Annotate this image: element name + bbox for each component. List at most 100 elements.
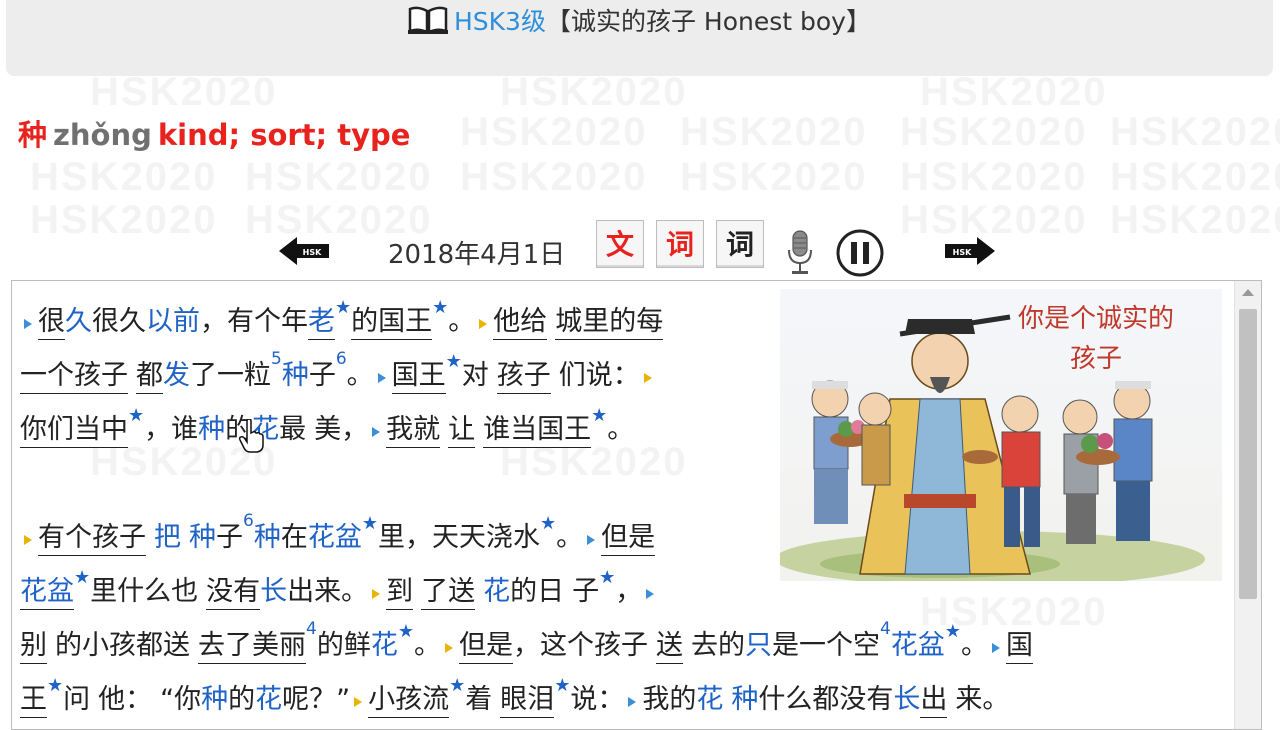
text-token[interactable]: 很 [38,306,65,340]
hsk-level-link[interactable]: HSK3级 [454,7,546,36]
text-token[interactable]: 出来。 [287,576,368,607]
next-lesson-arrow-icon[interactable]: HSK [943,236,995,266]
text-token[interactable]: 眼泪 [500,684,555,718]
text-token[interactable]: 们说： [559,360,640,391]
text-token[interactable]: 你们当中 [20,414,128,448]
text-token[interactable]: 小孩流 [368,684,450,718]
text-token[interactable]: 花盆 [308,522,362,553]
text-token[interactable]: 种 [282,360,309,391]
text-token[interactable]: 到 [386,576,414,610]
text-token[interactable]: 最 [279,414,306,445]
sentence-play-icon[interactable] [372,427,381,437]
text-token[interactable]: 我就 [386,414,441,448]
text-token[interactable]: 谁当国王 [483,414,592,448]
text-token[interactable]: 他给 [493,306,548,340]
text-token[interactable]: 着 [465,684,492,715]
text-token[interactable]: 子 [216,522,243,553]
text-token[interactable]: ，谁 [144,414,198,445]
text-token[interactable]: 了一粒 [190,360,271,391]
text-token[interactable]: ，有个年 [200,306,308,337]
sentence-play-icon[interactable] [444,643,453,653]
text-token[interactable]: 种 [198,414,225,445]
text-token[interactable]: 的 [228,684,255,715]
text-token[interactable]: 花 [255,684,282,715]
text-token[interactable]: 去了美丽 [198,630,306,664]
scroll-up-arrow-icon[interactable] [1242,289,1254,296]
text-token[interactable]: 里什么也 [90,576,198,607]
text-token[interactable]: 没有 [206,576,261,610]
sentence-play-icon[interactable] [646,589,655,599]
text-token[interactable]: 以前 [146,306,200,337]
text-token[interactable]: 来。 [955,684,1009,715]
text-token[interactable]: 里，天天浇水 [378,522,540,553]
sentence-play-icon[interactable] [354,697,363,707]
text-token[interactable]: 什么都没有 [758,684,893,715]
text-token[interactable]: 城里的每 [555,306,664,340]
text-token[interactable]: 了送 [421,576,476,610]
text-token[interactable]: 王 [20,684,47,718]
text-toggle-button[interactable]: 文 [596,220,644,268]
sentence-play-icon[interactable] [479,319,488,329]
text-token[interactable]: 国 [1005,630,1033,664]
text-token[interactable]: 呢？” [282,684,350,715]
text-token[interactable]: 说： [570,684,624,715]
text-token[interactable]: 让 [448,414,476,448]
text-token[interactable]: ，这个孩子 [513,630,648,661]
sentence-play-icon[interactable] [991,643,1000,653]
text-token[interactable]: 子 [572,576,599,607]
text-token[interactable]: 但是 [601,522,656,556]
text-token[interactable]: 老 [308,306,335,340]
text-token[interactable]: 但是 [458,630,513,664]
sentence-play-icon[interactable] [587,535,596,545]
text-token[interactable]: 的小孩都送 [55,630,190,661]
text-token[interactable]: 我的 [642,684,696,715]
text-token[interactable]: 的国王 [351,306,433,340]
sentence-play-icon[interactable] [372,589,381,599]
previous-lesson-arrow-icon[interactable]: HSK [279,236,331,266]
text-token[interactable]: 都 [136,360,163,394]
text-token[interactable]: 子 [309,360,336,391]
text-token[interactable]: 长 [893,684,920,715]
scrollbar-thumb[interactable] [1239,309,1257,599]
text-token[interactable]: 花盆 [20,576,74,610]
pause-button-icon[interactable] [835,228,885,282]
text-token[interactable]: 只 [745,630,772,661]
text-token[interactable]: 长 [260,576,287,607]
sentence-play-icon[interactable] [643,373,652,383]
text-token[interactable]: 的日 [510,576,564,607]
text-token[interactable]: 别 [20,630,47,664]
text-token[interactable]: 种 [731,684,758,715]
lesson-text-panel[interactable]: 你是个诚实的 孩子 很久很久以前，有个年老★的国王★。 他给 城里的每 一个孩子 都发… [11,280,1262,730]
text-token[interactable]: 花盆 [891,630,945,661]
text-token[interactable]: 国王 [391,360,446,394]
text-token[interactable]: 种 [201,684,228,715]
text-token[interactable]: 很久 [92,306,146,337]
sentence-play-icon[interactable] [24,319,32,329]
text-token[interactable]: 他： [98,684,152,715]
text-token[interactable]: “你 [160,684,201,715]
text-token[interactable]: 种 [254,522,281,553]
text-token[interactable]: 把 [154,522,181,553]
text-token[interactable]: 孩子 [496,360,551,394]
text-token[interactable]: 美， [314,414,368,445]
vertical-scrollbar[interactable] [1234,281,1261,729]
sentence-play-icon[interactable] [377,373,386,383]
sentence-play-icon[interactable] [628,697,637,707]
text-token[interactable]: 发 [163,360,190,391]
text-token[interactable]: 是一个空 [772,630,880,661]
text-token[interactable]: 花 [371,630,398,661]
text-token[interactable]: 的鲜 [317,630,371,661]
microphone-icon[interactable] [786,230,814,280]
text-token[interactable]: 在 [281,522,308,553]
vocabulary-button[interactable]: 词 [716,220,764,268]
text-token[interactable]: 花 [483,576,510,607]
sentence-play-icon[interactable] [24,535,32,545]
text-token[interactable]: 问 [63,684,90,715]
text-token[interactable]: 对 [462,360,489,391]
text-token[interactable]: 有个孩子 [38,522,146,556]
text-token[interactable]: 种 [189,522,216,553]
text-token[interactable]: 花 [696,684,723,715]
text-token[interactable]: 去的 [691,630,745,661]
words-toggle-button[interactable]: 词 [656,220,704,268]
text-token[interactable]: 久 [65,306,92,337]
